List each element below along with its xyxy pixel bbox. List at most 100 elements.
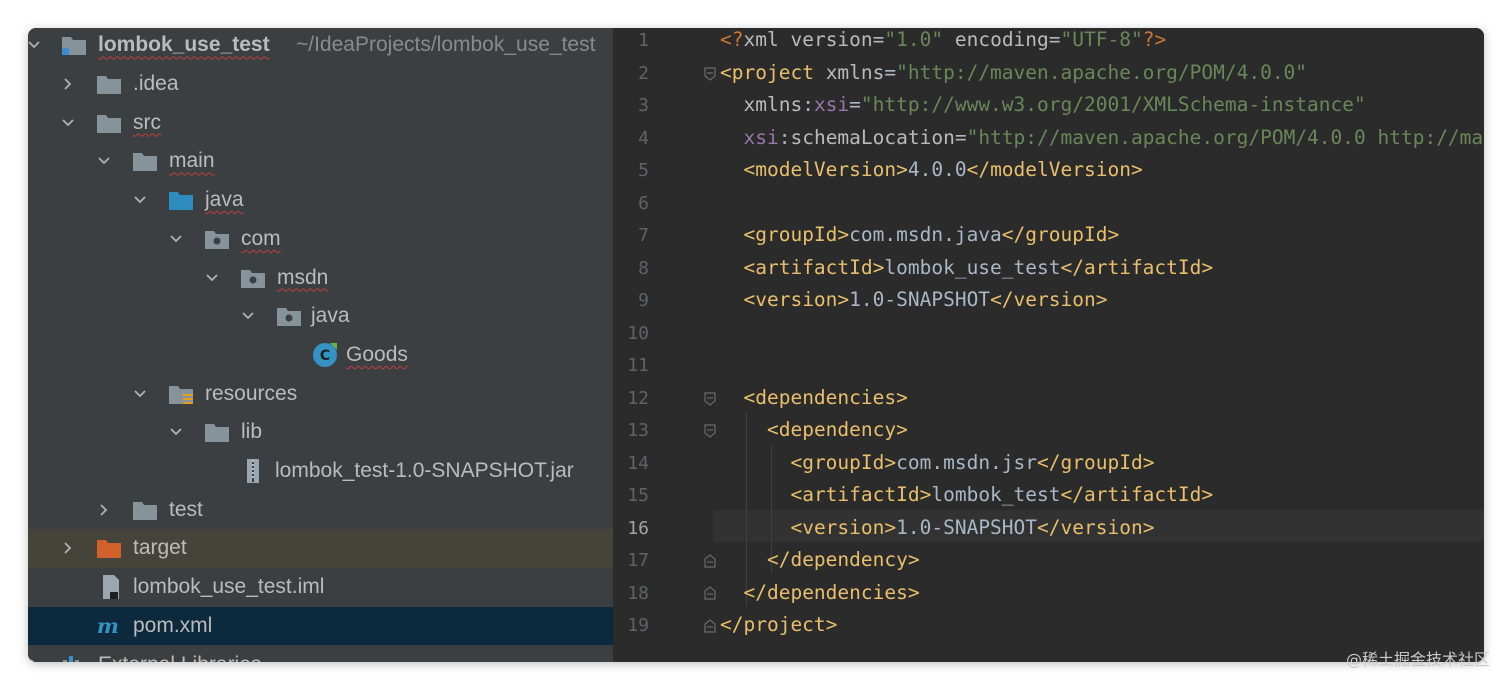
module-folder-icon [61, 34, 87, 56]
tree-row-lib[interactable]: lib [28, 413, 613, 452]
fold-close-icon[interactable] [704, 585, 716, 600]
tree-row-target[interactable]: target [28, 529, 613, 568]
tree-row-pom[interactable]: m pom.xml [28, 606, 613, 646]
line-number: 10 [627, 322, 649, 344]
line-number: 15 [627, 485, 649, 506]
line-number: 6 [638, 192, 649, 214]
tree-row-com[interactable]: com [28, 220, 613, 259]
tree-row-resources[interactable]: resources [28, 374, 613, 413]
chevron-down-icon[interactable] [240, 308, 256, 324]
project-root-name: lombok_use_test [98, 33, 270, 57]
package-icon [240, 267, 266, 289]
chevron-down-icon[interactable] [28, 37, 42, 53]
tree-row-msdn[interactable]: msdn [28, 258, 613, 297]
code-line-5: <modelVersion>4.0.0</modelVersion> [743, 158, 1143, 181]
code-line-15: <artifactId>lombok_test</artifactId> [790, 483, 1214, 506]
line-number: 5 [638, 160, 649, 181]
tree-item-label: Goods [346, 342, 408, 366]
line-number-current: 16 [627, 517, 649, 539]
line-number: 3 [638, 95, 649, 116]
chevron-right-icon[interactable] [96, 502, 112, 518]
line-number: 17 [627, 550, 649, 571]
line-number: 11 [627, 355, 649, 376]
chevron-down-icon[interactable] [132, 192, 148, 208]
line-number: 12 [627, 387, 649, 409]
libraries-icon [61, 654, 87, 662]
code-line-16: <version>1.0-SNAPSHOT</version> [790, 515, 1155, 539]
watermark: @稀土掘金技术社区 [1345, 650, 1490, 669]
code-line-8: <artifactId>lombok_use_test</artifactId> [743, 255, 1214, 279]
code-line-4: xsi:schemaLocation="http://maven.apache.… [743, 125, 1484, 149]
chevron-down-icon[interactable] [168, 231, 184, 247]
code-line-1: <?xml version="1.0" encoding="UTF-8"?> [720, 28, 1167, 51]
maven-file-icon: m [96, 613, 122, 638]
chevron-down-icon[interactable] [168, 424, 184, 440]
chevron-down-icon[interactable] [96, 153, 112, 169]
tree-row-java-source[interactable]: java [28, 181, 613, 220]
svg-text:C: C [320, 348, 330, 364]
tree-row-root[interactable]: lombok_use_test ~/IdeaProjects/lombok_us… [28, 28, 613, 65]
chevron-right-icon[interactable] [60, 76, 76, 92]
excluded-folder-icon [96, 537, 122, 559]
chevron-right-icon[interactable] [60, 540, 76, 556]
tree-row-iml[interactable]: lombok_use_test.iml [28, 568, 613, 607]
line-number: 2 [638, 62, 649, 84]
tree-item-label: External Libraries [98, 653, 261, 662]
tree-item-label: test [169, 497, 203, 521]
folder-icon [96, 73, 122, 95]
folder-icon [96, 112, 122, 134]
resources-folder-icon [168, 383, 194, 405]
code-editor[interactable]: 1 2 3 4 5 6 7 8 9 10 11 12 13 14 15 16 1… [613, 28, 1484, 662]
fold-open-icon[interactable] [704, 391, 716, 406]
package-icon [276, 305, 302, 327]
package-icon [204, 228, 230, 250]
chevron-right-icon[interactable] [28, 657, 42, 662]
source-folder-icon [168, 189, 194, 211]
line-number: 7 [638, 225, 649, 246]
tree-row-idea[interactable]: .idea [28, 65, 613, 104]
java-class-icon: C [312, 342, 338, 367]
tree-item-label: main [169, 149, 215, 173]
code-line-14: <groupId>com.msdn.jsr</groupId> [790, 450, 1155, 474]
line-number: 1 [638, 30, 649, 51]
folder-icon [132, 150, 158, 172]
code-line-7: <groupId>com.msdn.java</groupId> [743, 223, 1120, 246]
code-line-19: </project> [720, 613, 838, 636]
chevron-down-icon[interactable] [60, 115, 76, 131]
tree-row-test[interactable]: test [28, 490, 613, 529]
tree-item-label: src [133, 110, 161, 134]
tree-item-label: pom.xml [133, 613, 213, 637]
folder-icon [204, 421, 230, 443]
tree-row-main[interactable]: main [28, 142, 613, 181]
line-number: 14 [627, 452, 649, 474]
tree-row-src[interactable]: src [28, 103, 613, 142]
code-line-13: <dependency> [766, 418, 908, 441]
fold-close-icon[interactable] [704, 618, 716, 633]
line-number: 4 [638, 127, 649, 149]
chevron-down-icon[interactable] [204, 270, 220, 286]
tree-item-label: msdn [277, 265, 329, 289]
ide-window: lombok_use_test ~/IdeaProjects/lombok_us… [28, 28, 1484, 662]
line-number: 8 [638, 257, 649, 279]
code-line-18: </dependencies> [743, 580, 920, 604]
tree-item-label: java [311, 304, 350, 328]
tree-item-label: java [205, 188, 244, 212]
line-number: 13 [627, 420, 649, 441]
indent-guide [746, 412, 747, 606]
tree-row-external-libraries[interactable]: External Libraries [28, 645, 613, 662]
tree-item-label: resources [205, 381, 298, 405]
line-number: 19 [627, 615, 649, 636]
tree-row-java-package[interactable]: java [28, 297, 613, 336]
fold-open-icon[interactable] [704, 66, 716, 81]
tree-row-jar[interactable]: lombok_test-1.0-SNAPSHOT.jar [28, 452, 613, 491]
jar-archive-icon [240, 459, 266, 484]
tree-item-label: com [241, 226, 281, 250]
code-line-17: </dependency> [766, 548, 920, 571]
chevron-down-icon[interactable] [132, 386, 148, 402]
fold-close-icon[interactable] [704, 553, 716, 568]
tree-item-label: lombok_test-1.0-SNAPSHOT.jar [275, 459, 574, 483]
fold-open-icon[interactable] [704, 423, 716, 438]
project-tool-window: lombok_use_test ~/IdeaProjects/lombok_us… [28, 28, 613, 662]
folder-icon [132, 499, 158, 521]
tree-row-goods-class[interactable]: C Goods [28, 336, 613, 375]
